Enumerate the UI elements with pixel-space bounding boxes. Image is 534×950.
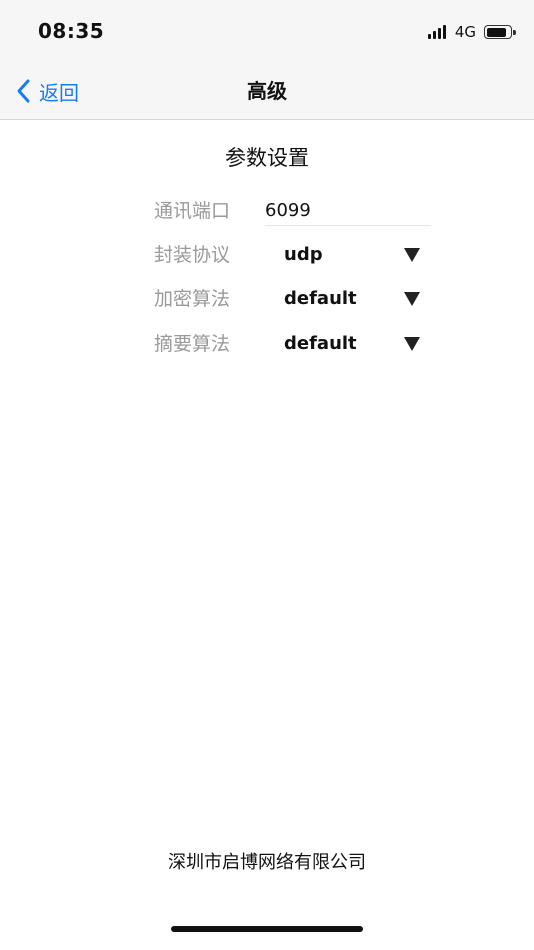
port-input[interactable]: 6099 <box>265 198 431 226</box>
port-label: 通讯端口 <box>154 200 231 222</box>
triangle-down-icon <box>404 337 420 351</box>
digest-select[interactable]: default <box>265 329 433 359</box>
digest-label: 摘要算法 <box>154 333 231 355</box>
triangle-down-icon <box>404 292 420 306</box>
triangle-down-icon <box>404 248 420 262</box>
network-type: 4G <box>454 23 476 41</box>
signal-strength-icon <box>427 25 448 39</box>
protocol-label: 封装协议 <box>154 244 231 266</box>
top-bar: 08:35 4G 返回 高级 <box>0 0 534 120</box>
battery-tip <box>513 29 516 35</box>
protocol-select[interactable]: udp <box>265 240 433 270</box>
status-indicators: 4G <box>427 22 516 42</box>
company-name: 深圳市启博网络有限公司 <box>168 852 366 873</box>
status-time: 08:35 <box>38 19 105 43</box>
battery-level-fill <box>486 27 507 37</box>
section-title: 参数设置 <box>225 146 309 170</box>
home-indicator[interactable] <box>171 926 363 932</box>
encryption-select-value: default <box>284 288 357 309</box>
protocol-select-value: udp <box>284 244 323 265</box>
encryption-label: 加密算法 <box>154 288 231 310</box>
digest-select-value: default <box>284 333 357 354</box>
encryption-select[interactable]: default <box>265 284 433 314</box>
battery-icon <box>484 25 516 39</box>
page-title: 高级 <box>247 79 287 103</box>
